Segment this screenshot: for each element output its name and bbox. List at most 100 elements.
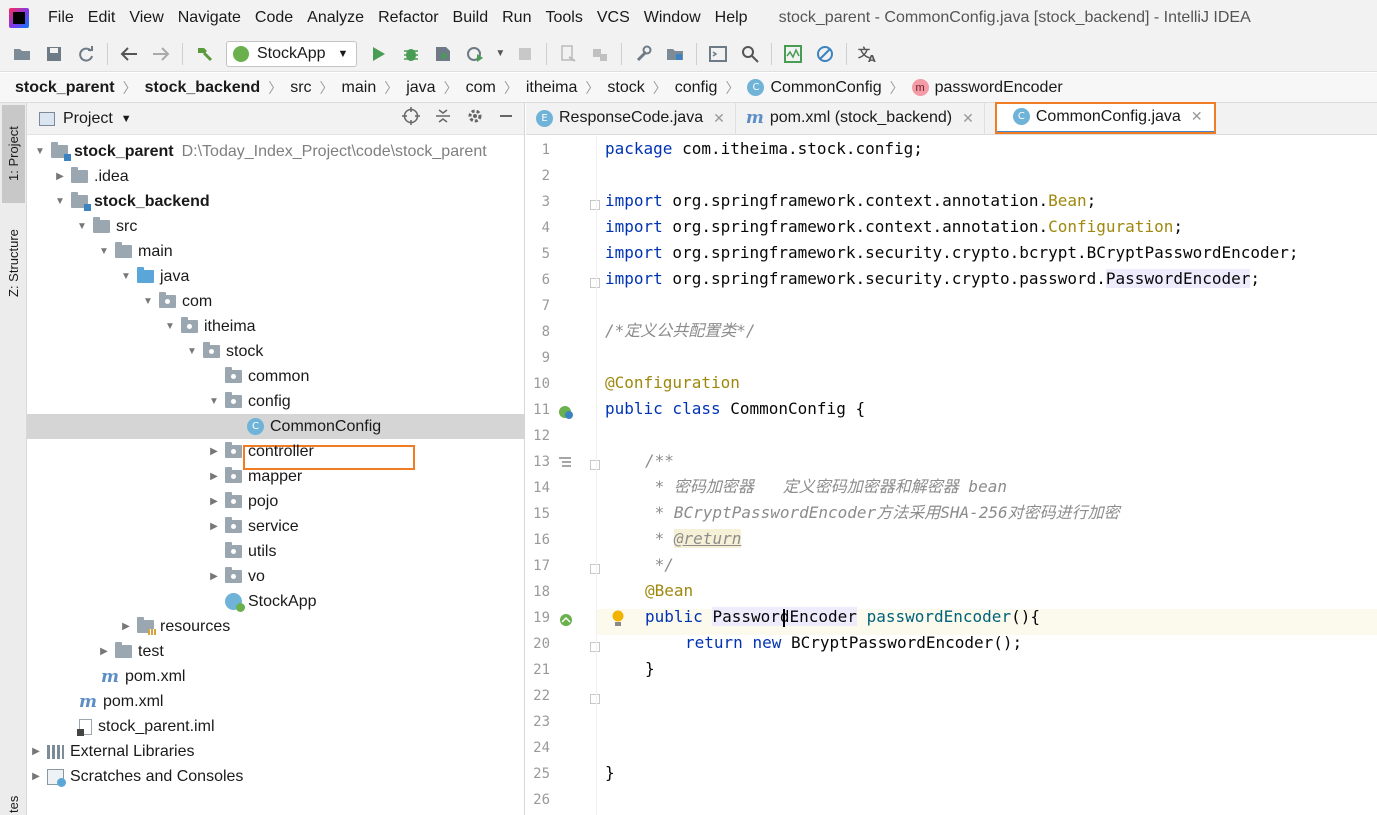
close-icon[interactable]: ✕ (713, 110, 725, 127)
breadcrumb-item[interactable]: stock_backend (145, 79, 261, 97)
expanded-arrow-icon[interactable]: ▼ (33, 146, 47, 157)
side-tab-project[interactable]: 1: Project (2, 105, 25, 203)
code-text-area[interactable]: package com.itheima.stock.config; import… (596, 136, 1377, 815)
tree-item[interactable]: ▶ service (27, 514, 525, 539)
lightbulb-icon[interactable] (611, 610, 625, 632)
tree-item[interactable]: ▶ Scratches and Consoles (27, 764, 525, 789)
gear-icon[interactable] (466, 107, 484, 130)
close-icon[interactable]: ✕ (962, 110, 974, 127)
tree-item[interactable]: ▶ .idea (27, 164, 525, 189)
attach-debugger-icon[interactable] (554, 40, 582, 68)
wrench-settings-icon[interactable] (629, 40, 657, 68)
menu-analyze[interactable]: Analyze (300, 0, 371, 36)
save-all-icon[interactable] (40, 40, 68, 68)
tree-item[interactable]: StockApp (27, 589, 525, 614)
profiler-icon[interactable] (461, 40, 489, 68)
breadcrumb-item[interactable]: src (290, 79, 311, 97)
menu-edit[interactable]: Edit (81, 0, 123, 36)
tree-item[interactable]: ▶ mapper (27, 464, 525, 489)
collapsed-arrow-icon[interactable]: ▶ (29, 746, 43, 757)
tree-item[interactable]: ▼ stock_backend (27, 189, 525, 214)
tab-pom-xml[interactable]: m pom.xml (stock_backend) ✕ (736, 102, 985, 134)
collapse-all-icon[interactable] (434, 107, 452, 130)
expanded-arrow-icon[interactable]: ▼ (207, 396, 221, 407)
expanded-arrow-icon[interactable]: ▼ (119, 271, 133, 282)
debug-icon[interactable] (397, 40, 425, 68)
breadcrumb-item[interactable]: main (342, 79, 377, 97)
tree-item[interactable]: m pom.xml (27, 664, 525, 689)
tree-item-root[interactable]: ▼ stock_parent D:\Today_Index_Project\co… (27, 139, 525, 164)
breadcrumb-item[interactable]: stock (607, 79, 644, 97)
monitor-chart-icon[interactable] (779, 40, 807, 68)
tree-item[interactable]: ▼ stock (27, 339, 525, 364)
breadcrumb-item-method[interactable]: m passwordEncoder (911, 79, 1063, 97)
menu-code[interactable]: Code (248, 0, 300, 36)
no-entry-icon[interactable] (811, 40, 839, 68)
breadcrumb-item[interactable]: com (466, 79, 496, 97)
spring-bean-gutter-icon[interactable] (558, 404, 574, 423)
expanded-arrow-icon[interactable]: ▼ (97, 246, 111, 257)
terminal-icon[interactable] (704, 40, 732, 68)
collapsed-arrow-icon[interactable]: ▶ (53, 171, 67, 182)
tree-item[interactable]: stock_parent.iml (27, 714, 525, 739)
back-arrow-icon[interactable] (115, 40, 143, 68)
menu-run[interactable]: Run (495, 0, 538, 36)
tree-item[interactable]: common (27, 364, 525, 389)
search-icon[interactable] (736, 40, 764, 68)
breadcrumb-item-class[interactable]: C CommonConfig (747, 79, 882, 97)
chevron-down-icon[interactable]: ▼ (493, 40, 507, 68)
locate-target-icon[interactable] (402, 107, 420, 130)
chevron-down-icon[interactable]: ▼ (121, 113, 132, 125)
expanded-arrow-icon[interactable]: ▼ (53, 196, 67, 207)
tree-item[interactable]: ▼ config (27, 389, 525, 414)
minimize-icon[interactable] (498, 108, 514, 129)
tree-item[interactable]: ▶ pojo (27, 489, 525, 514)
services-icon[interactable] (586, 40, 614, 68)
tab-response-code[interactable]: E ResponseCode.java ✕ (526, 102, 736, 134)
tree-item[interactable]: ▶ controller (27, 439, 525, 464)
translate-icon[interactable]: 文A (854, 40, 882, 68)
tree-item[interactable]: m pom.xml (27, 689, 525, 714)
breadcrumb-item[interactable]: itheima (526, 79, 578, 97)
breadcrumb-item[interactable]: stock_parent (15, 79, 115, 97)
collapsed-arrow-icon[interactable]: ▶ (207, 571, 221, 582)
run-with-coverage-icon[interactable] (429, 40, 457, 68)
sync-icon[interactable] (72, 40, 100, 68)
menu-vcs[interactable]: VCS (590, 0, 637, 36)
build-hammer-icon[interactable] (190, 40, 218, 68)
close-icon[interactable]: ✕ (1191, 108, 1203, 125)
stop-icon[interactable] (511, 40, 539, 68)
tree-item[interactable]: ▼ itheima (27, 314, 525, 339)
tree-item[interactable]: ▼ java (27, 264, 525, 289)
tree-item[interactable]: ▼ src (27, 214, 525, 239)
side-tab-favorites[interactable]: tes (2, 793, 25, 815)
documentation-toggle-icon[interactable] (558, 456, 572, 473)
tree-item[interactable]: ▼ main (27, 239, 525, 264)
collapsed-arrow-icon[interactable]: ▶ (207, 496, 221, 507)
side-tab-structure[interactable]: Z: Structure (2, 213, 25, 313)
spring-bean-gutter-icon[interactable] (558, 612, 574, 631)
collapsed-arrow-icon[interactable]: ▶ (207, 446, 221, 457)
collapsed-arrow-icon[interactable]: ▶ (207, 521, 221, 532)
menu-build[interactable]: Build (446, 0, 496, 36)
menu-window[interactable]: Window (637, 0, 708, 36)
collapsed-arrow-icon[interactable]: ▶ (97, 646, 111, 657)
menu-view[interactable]: View (122, 0, 170, 36)
collapsed-arrow-icon[interactable]: ▶ (119, 621, 133, 632)
menu-refactor[interactable]: Refactor (371, 0, 445, 36)
expanded-arrow-icon[interactable]: ▼ (163, 321, 177, 332)
menu-help[interactable]: Help (708, 0, 755, 36)
tree-item[interactable]: utils (27, 539, 525, 564)
tree-item[interactable]: ▶ vo (27, 564, 525, 589)
tree-item[interactable]: ▶ External Libraries (27, 739, 525, 764)
forward-arrow-icon[interactable] (147, 40, 175, 68)
project-panel-title[interactable]: Project (63, 110, 113, 128)
expanded-arrow-icon[interactable]: ▼ (185, 346, 199, 357)
tab-common-config[interactable]: C CommonConfig.java ✕ (994, 102, 1216, 134)
expanded-arrow-icon[interactable]: ▼ (141, 296, 155, 307)
tree-item[interactable]: ▶ resources (27, 614, 525, 639)
tree-item[interactable]: ▼ com (27, 289, 525, 314)
breadcrumb-item[interactable]: java (406, 79, 435, 97)
expanded-arrow-icon[interactable]: ▼ (75, 221, 89, 232)
breadcrumb-item[interactable]: config (675, 79, 718, 97)
